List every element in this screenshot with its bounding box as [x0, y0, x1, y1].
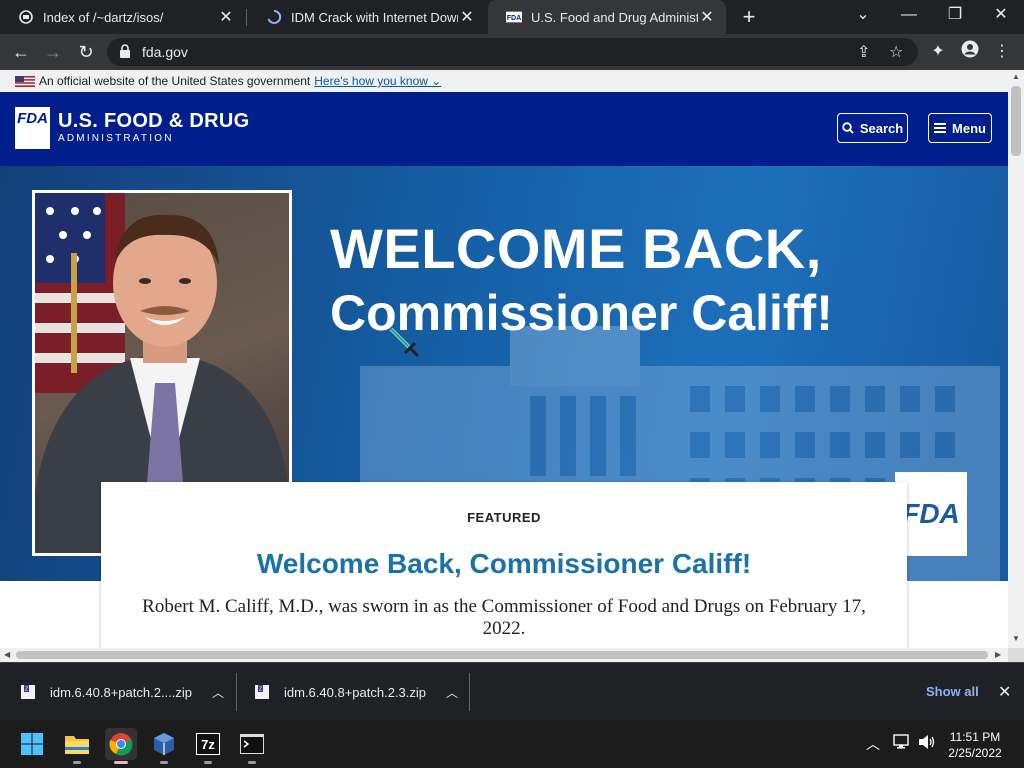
scroll-left-icon[interactable]: ◀ [4, 650, 10, 659]
system-clock[interactable]: 11:51 PM 2/25/2022 [940, 729, 1010, 761]
directory-icon [18, 9, 34, 25]
back-arrow-icon[interactable]: ← [8, 39, 34, 65]
download-divider [236, 673, 237, 711]
download-filename: idm.6.40.8+patch.2....zip [50, 684, 193, 700]
minimize-icon[interactable]: — [886, 0, 932, 34]
terminal-icon[interactable] [236, 728, 268, 764]
featured-title-link[interactable]: Welcome Back, Commissioner Califf! [101, 548, 907, 580]
zip-file-icon: Z [21, 685, 35, 699]
tab-close-icon[interactable]: ✕ [458, 7, 476, 27]
clock-date: 2/25/2022 [948, 746, 1002, 760]
downloads-bar: Z idm.6.40.8+patch.2....zip ︿ Z idm.6.40… [0, 662, 1024, 720]
tab-close-icon[interactable]: ✕ [698, 7, 716, 27]
forward-arrow-icon[interactable]: → [40, 39, 66, 65]
featured-card[interactable]: FEATURED Welcome Back, Commissioner Cali… [101, 482, 907, 648]
hero-heading: WELCOME BACK, [330, 217, 822, 280]
tab-title: U.S. Food and Drug Administrati… [531, 9, 698, 25]
horizontal-scrollbar[interactable]: ◀ ▶ [0, 648, 1008, 662]
tab-title: Index of /~dartz/isos/ [43, 9, 164, 25]
close-downloads-icon[interactable]: ✕ [998, 682, 1011, 702]
network-icon[interactable] [893, 734, 911, 753]
featured-body: Robert M. Califf, M.D., was sworn in as … [142, 596, 866, 639]
tab-close-icon[interactable]: ✕ [217, 7, 235, 27]
gov-banner-text: An official website of the United States… [39, 74, 311, 88]
volume-icon[interactable] [918, 734, 936, 753]
url-text: fda.gov [142, 44, 188, 60]
chrome-icon[interactable] [105, 728, 137, 764]
profile-icon[interactable] [958, 40, 982, 64]
svg-text:FDA: FDA [507, 14, 522, 22]
lock-icon[interactable] [119, 44, 131, 58]
loading-icon [266, 9, 282, 25]
tab-search-chevron-icon[interactable]: ⌄ [840, 0, 886, 34]
address-bar[interactable]: fda.gov ⇪ ☆ [107, 38, 918, 66]
reload-icon[interactable]: ↻ [73, 39, 99, 65]
show-hidden-icons-chevron-icon[interactable]: ︿ [866, 734, 880, 754]
featured-label: FEATURED [467, 510, 541, 525]
vertical-scrollbar[interactable]: ▲ ▼ [1008, 70, 1024, 648]
tab-fda[interactable]: FDA U.S. Food and Drug Administrati… ✕ [488, 0, 726, 34]
hamburger-icon [934, 123, 947, 133]
download-item[interactable]: Z idm.6.40.8+patch.2.3.zip ︿ [254, 663, 458, 721]
search-button-label: Search [859, 120, 904, 136]
extensions-puzzle-icon[interactable]: ✦ [926, 40, 950, 64]
site-title[interactable]: U.S. FOOD & DRUG [58, 110, 249, 133]
scroll-up-icon[interactable]: ▲ [1012, 72, 1020, 81]
show-all-button[interactable]: Show all [926, 684, 979, 699]
file-explorer-icon[interactable] [61, 728, 93, 764]
site-header: FDA U.S. FOOD & DRUG ADMINISTRATION Sear… [0, 92, 1008, 166]
tab-title: IDM Crack with Internet Downlo… [291, 9, 458, 25]
vertical-scroll-thumb[interactable] [1011, 86, 1021, 156]
download-divider [469, 673, 470, 711]
virtualbox-icon[interactable] [148, 728, 180, 764]
browser-toolbar: ← → ↻ fda.gov ⇪ ☆ ✦ ⋮ [0, 34, 1024, 70]
restore-icon[interactable]: ❐ [932, 0, 978, 34]
download-filename: idm.6.40.8+patch.2.3.zip [284, 684, 427, 700]
menu-button[interactable]: Menu [928, 113, 992, 143]
share-icon[interactable]: ⇪ [857, 42, 870, 62]
tab-divider [246, 9, 247, 26]
us-flag-icon [15, 75, 35, 87]
horizontal-scroll-thumb[interactable] [16, 651, 988, 659]
zip-file-icon: Z [255, 685, 269, 699]
search-button[interactable]: Search [837, 113, 908, 143]
menu-button-label: Menu [952, 120, 986, 136]
tab-idm-crack[interactable]: IDM Crack with Internet Downlo… ✕ [248, 0, 486, 34]
svg-text:Z: Z [259, 687, 262, 693]
close-window-icon[interactable]: ✕ [978, 0, 1024, 34]
7zip-icon[interactable]: 7z [192, 728, 224, 764]
new-tab-icon[interactable]: + [737, 4, 761, 30]
fda-favicon: FDA [506, 9, 522, 25]
svg-text:7z: 7z [201, 737, 215, 752]
gov-banner: An official website of the United States… [0, 70, 1008, 92]
scroll-right-icon[interactable]: ▶ [995, 650, 1001, 659]
download-item[interactable]: Z idm.6.40.8+patch.2....zip ︿ [20, 663, 224, 721]
scrollbar-corner [1008, 648, 1024, 662]
clock-time: 11:51 PM [949, 730, 1001, 744]
windows-taskbar: 7z ︿ 11:51 PM 2/25/2022 [0, 720, 1024, 768]
fda-logo[interactable]: FDA [15, 107, 50, 149]
chevron-up-icon[interactable]: ︿ [446, 684, 458, 701]
tab-index-isos[interactable]: Index of /~dartz/isos/ ✕ [0, 0, 245, 34]
site-subtitle[interactable]: ADMINISTRATION [58, 133, 174, 144]
heres-how-you-know-link[interactable]: Here's how you know ⌄ [314, 74, 441, 88]
chevron-up-icon[interactable]: ︿ [212, 684, 224, 701]
svg-text:Z: Z [25, 687, 28, 693]
scroll-down-icon[interactable]: ▼ [1012, 634, 1020, 643]
more-menu-icon[interactable]: ⋮ [990, 40, 1014, 64]
bookmark-star-icon[interactable]: ☆ [889, 42, 903, 62]
search-icon [842, 122, 854, 134]
page-viewport: An official website of the United States… [0, 70, 1008, 648]
windows-start-icon[interactable] [16, 728, 48, 760]
sword-cursor-icon [389, 327, 420, 358]
tab-strip: Index of /~dartz/isos/ ✕ IDM Crack with … [0, 0, 1024, 34]
